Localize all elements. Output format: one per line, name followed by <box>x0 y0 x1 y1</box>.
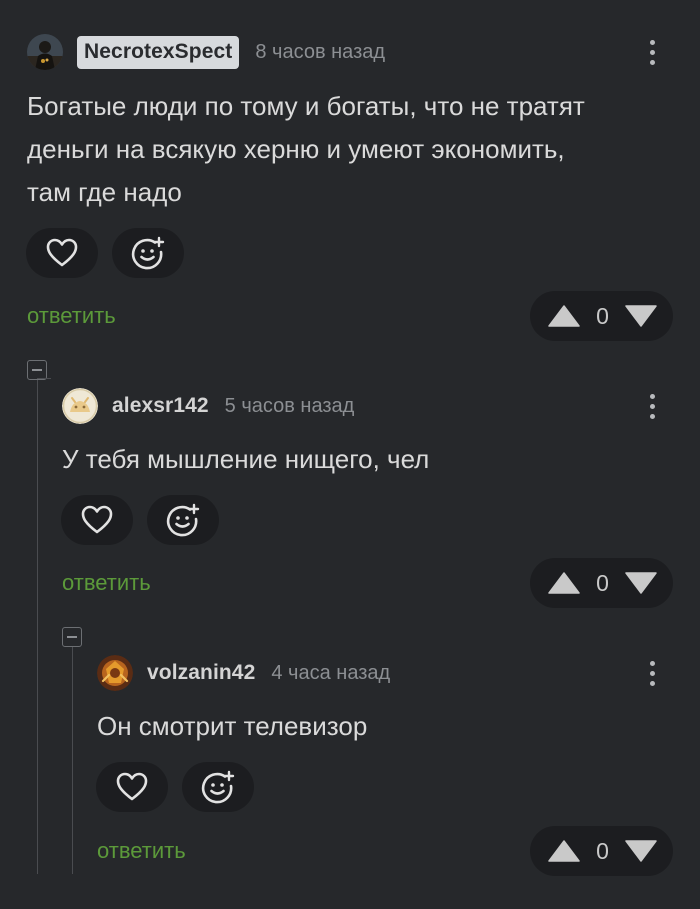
thread-branch <box>37 378 51 379</box>
thread-line-level-1 <box>37 378 38 874</box>
upvote-button[interactable] <box>548 840 580 862</box>
comment-text: Он смотрит телевизор <box>97 711 368 741</box>
upvote-button[interactable] <box>548 305 580 327</box>
vote-count: 0 <box>596 302 609 329</box>
avatar[interactable] <box>62 388 98 424</box>
vote-count: 0 <box>596 569 609 596</box>
username[interactable]: alexsr142 <box>112 394 209 418</box>
timestamp: 8 часов назад <box>255 40 386 63</box>
more-dot <box>649 39 655 45</box>
avatar[interactable] <box>97 655 133 691</box>
downvote-button[interactable] <box>625 840 657 862</box>
reply-link[interactable]: ответить <box>62 570 151 596</box>
more-dot <box>649 413 655 419</box>
like-button[interactable] <box>61 495 133 545</box>
more-dot <box>649 59 655 65</box>
like-button[interactable] <box>26 228 98 278</box>
comment-text: Богатые люди по тому и богаты, что не тр… <box>27 91 585 207</box>
heart-icon <box>116 772 148 801</box>
add-reaction-button[interactable] <box>147 495 219 545</box>
more-options-button[interactable] <box>642 34 662 70</box>
timestamp: 4 часа назад <box>271 661 391 684</box>
timestamp: 5 часов назад <box>224 394 355 417</box>
collapse-icon <box>67 636 77 638</box>
comment-header: NecrotexSpect 8 часов назад <box>27 34 385 70</box>
upvote-button[interactable] <box>548 572 580 594</box>
more-dot <box>649 660 655 666</box>
more-options-button[interactable] <box>642 655 662 691</box>
add-reaction-button[interactable] <box>112 228 184 278</box>
reply-link[interactable]: ответить <box>27 303 116 329</box>
upvote-icon <box>548 840 580 862</box>
more-dot <box>649 49 655 55</box>
emoji-add-icon <box>166 503 200 537</box>
more-dot <box>649 403 655 409</box>
vote-widget: 0 <box>530 291 673 341</box>
more-dot <box>649 393 655 399</box>
more-options-button[interactable] <box>642 388 662 424</box>
more-dot <box>649 670 655 676</box>
downvote-button[interactable] <box>625 572 657 594</box>
heart-icon <box>81 505 113 534</box>
collapse-thread-button[interactable] <box>62 627 82 647</box>
upvote-icon <box>548 572 580 594</box>
downvote-button[interactable] <box>625 305 657 327</box>
collapse-icon <box>32 369 42 371</box>
comment-header: alexsr142 5 часов назад <box>62 388 354 424</box>
vote-count: 0 <box>596 837 609 864</box>
vote-widget: 0 <box>530 558 673 608</box>
comment-text: У тебя мышление нищего, чел <box>62 444 430 474</box>
comment-header: volzanin42 4 часа назад <box>97 655 390 691</box>
emoji-add-icon <box>201 770 235 804</box>
reply-link[interactable]: ответить <box>97 838 186 864</box>
downvote-icon <box>625 572 657 594</box>
downvote-icon <box>625 840 657 862</box>
upvote-icon <box>548 305 580 327</box>
add-reaction-button[interactable] <box>182 762 254 812</box>
username[interactable]: volzanin42 <box>147 661 255 685</box>
heart-icon <box>46 238 78 267</box>
downvote-icon <box>625 305 657 327</box>
thread-line-level-2 <box>72 646 73 874</box>
emoji-add-icon <box>131 236 165 270</box>
avatar[interactable] <box>27 34 63 70</box>
vote-widget: 0 <box>530 826 673 876</box>
username[interactable]: NecrotexSpect <box>77 35 240 69</box>
like-button[interactable] <box>96 762 168 812</box>
more-dot <box>649 680 655 686</box>
collapse-thread-button[interactable] <box>27 360 47 380</box>
